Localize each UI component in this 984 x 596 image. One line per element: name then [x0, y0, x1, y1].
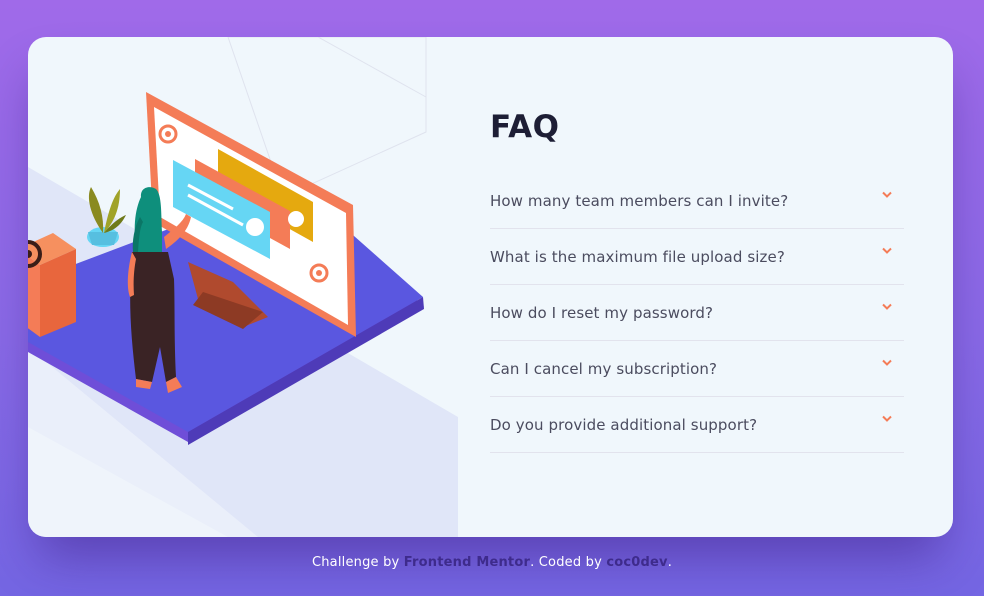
- faq-item[interactable]: How do I reset my password?: [490, 285, 904, 341]
- chevron-down-icon: [882, 191, 892, 198]
- faq-title: FAQ: [490, 109, 560, 145]
- faq-question: How many team members can I invite?: [490, 191, 789, 210]
- footer-prefix: Challenge by: [311, 555, 404, 570]
- faq-card: FAQ How many team members can I invite? …: [28, 37, 953, 537]
- faq-item[interactable]: Do you provide additional support?: [490, 397, 904, 453]
- chevron-down-icon: [882, 247, 892, 254]
- footer-suffix: .: [667, 555, 673, 570]
- faq-section: FAQ How many team members can I invite? …: [490, 105, 904, 453]
- faq-question: What is the maximum file upload size?: [490, 247, 785, 266]
- attribution-footer: Challenge by Frontend Mentor. Coded by c…: [0, 555, 984, 570]
- footer-middle: . Coded by: [530, 555, 607, 570]
- author-link[interactable]: coc0dev: [606, 555, 667, 570]
- chevron-down-icon: [882, 359, 892, 366]
- faq-item[interactable]: Can I cancel my subscription?: [490, 341, 904, 397]
- faq-question: How do I reset my password?: [490, 303, 714, 322]
- faq-question: Can I cancel my subscription?: [490, 359, 718, 378]
- faq-illustration: [28, 37, 458, 537]
- chevron-down-icon: [882, 303, 892, 310]
- frontend-mentor-link[interactable]: Frontend Mentor: [404, 555, 530, 570]
- faq-item[interactable]: What is the maximum file upload size?: [490, 229, 904, 285]
- faq-question: Do you provide additional support?: [490, 415, 758, 434]
- faq-item[interactable]: How many team members can I invite?: [490, 173, 904, 229]
- chevron-down-icon: [882, 415, 892, 422]
